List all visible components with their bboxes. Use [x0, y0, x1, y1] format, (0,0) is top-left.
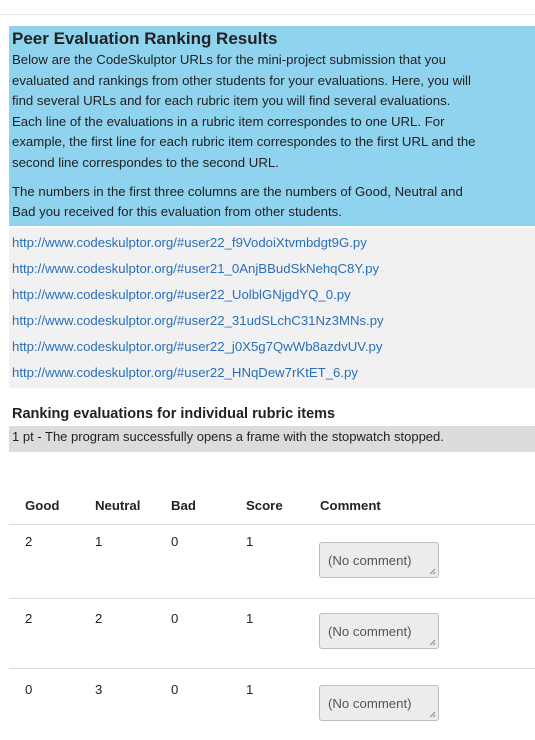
submission-url-link[interactable]: http://www.codeskulptor.org/#user22_31ud…: [12, 313, 384, 328]
bad-count: 0: [171, 534, 179, 549]
page: Peer Evaluation Ranking Results Below ar…: [0, 0, 535, 740]
resize-handle-icon[interactable]: [429, 639, 436, 646]
column-header-neutral: Neutral: [95, 498, 141, 513]
column-header-bad: Bad: [171, 498, 196, 513]
row-divider: [9, 598, 535, 599]
comment-field[interactable]: (No comment): [319, 613, 439, 649]
intro-line: find several URLs and for each rubric it…: [12, 93, 451, 109]
intro-description: Below are the CodeSkulptor URLs for the …: [9, 50, 535, 174]
intro-panel: Peer Evaluation Ranking Results Below ar…: [9, 26, 535, 226]
score-value: 1: [246, 534, 254, 549]
column-header-comment: Comment: [320, 498, 381, 513]
rubric-item: 1 pt - The program successfully opens a …: [9, 426, 535, 452]
neutral-count: 3: [95, 682, 103, 697]
comment-text: (No comment): [328, 696, 412, 711]
bad-count: 0: [171, 611, 179, 626]
neutral-count: 2: [95, 611, 103, 626]
column-header-good: Good: [25, 498, 60, 513]
score-value: 1: [246, 611, 254, 626]
page-title: Peer Evaluation Ranking Results: [12, 29, 278, 48]
intro-line: Below are the CodeSkulptor URLs for the …: [12, 52, 446, 67]
row-divider: [9, 668, 535, 669]
row-divider: [9, 524, 535, 525]
resize-handle-icon[interactable]: [429, 711, 436, 718]
comment-field[interactable]: (No comment): [319, 542, 439, 578]
resize-handle-icon[interactable]: [429, 568, 436, 575]
intro-line: example, the first line for each rubric …: [12, 134, 476, 150]
url-list: http://www.codeskulptor.org/#user22_f9Vo…: [9, 228, 535, 388]
comment-text: (No comment): [328, 624, 412, 639]
submission-url-link[interactable]: http://www.codeskulptor.org/#user22_j0X5…: [12, 339, 382, 354]
column-header-score: Score: [246, 498, 283, 513]
neutral-count: 1: [95, 534, 103, 549]
intro-line: Each line of the evaluations in a rubric…: [12, 113, 445, 129]
submission-url-link[interactable]: http://www.codeskulptor.org/#user21_0Anj…: [12, 261, 379, 276]
good-count: 0: [25, 682, 33, 697]
comment-field[interactable]: (No comment): [319, 685, 439, 721]
intro-line: evaluated and rankings from other studen…: [12, 72, 471, 88]
rubric-item-text: 1 pt - The program successfully opens a …: [12, 429, 444, 444]
submission-url-link[interactable]: http://www.codeskulptor.org/#user22_f9Vo…: [12, 235, 367, 250]
intro-note-line: The numbers in the first three columns a…: [12, 183, 463, 199]
good-count: 2: [25, 611, 33, 626]
submission-url-link[interactable]: http://www.codeskulptor.org/#user22_Uolb…: [12, 287, 351, 302]
ranking-section-title: Ranking evaluations for individual rubri…: [12, 406, 336, 422]
comment-text: (No comment): [328, 553, 412, 568]
intro-note: The numbers in the first three columns a…: [9, 182, 535, 223]
evaluation-table: Good Neutral Bad Score Comment 2 1 0 1 (…: [9, 490, 535, 740]
score-value: 1: [246, 682, 254, 697]
submission-url-link[interactable]: http://www.codeskulptor.org/#user22_HNqD…: [12, 365, 358, 380]
good-count: 2: [25, 534, 33, 549]
bad-count: 0: [171, 682, 179, 697]
intro-line: second line correspondes to the second U…: [12, 154, 279, 170]
intro-note-line: Bad you received for this evaluation fro…: [12, 204, 342, 220]
top-bar: [0, 0, 535, 15]
